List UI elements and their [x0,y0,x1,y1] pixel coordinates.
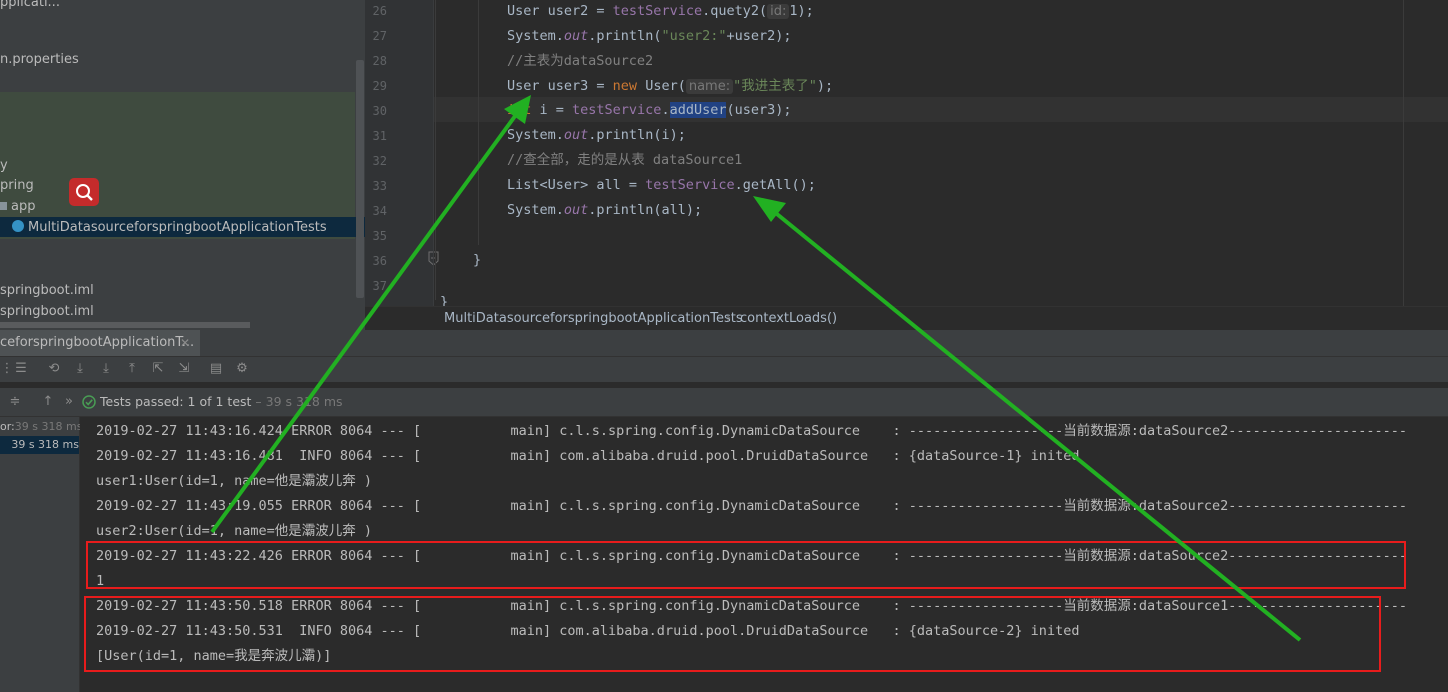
annotation-box-query [84,596,1381,672]
status-count: 1 of 1 test [187,394,252,409]
magnifier-icon [76,184,93,201]
run-tab-label: ceforspringbootApplicationT... [0,335,195,350]
more-icon[interactable]: ⋮ [0,362,14,376]
close-icon[interactable]: ✕ [180,330,190,356]
import-icon[interactable]: ⇲ [177,362,191,376]
line-number: 32 [372,154,387,168]
download-icon[interactable]: ⤓ [99,362,113,376]
test-tree-case[interactable]: 39 s 318 ms [0,436,79,454]
code-line-30[interactable]: int i = testService.addUser(user3); [507,98,792,123]
console-line: 2019-02-27 11:43:19.055 ERROR 8064 --- [… [96,498,1408,514]
test-results-tree: or:39 s 318 ms 39 s 318 ms [0,417,82,692]
console-line: 2019-02-27 11:43:16.481 INFO 8064 --- [ … [96,448,1080,464]
editor-gutter: 26 27 28 29 30 31 32 33 34 35 36 37 [365,0,439,306]
layout-icon[interactable]: ▤ [209,362,223,376]
run-tab[interactable]: ceforspringbootApplicationT... ✕ [0,330,200,356]
test-tree-root-label: or: [0,420,15,433]
line-number: 30 [372,104,387,118]
check-circle-icon [82,395,96,409]
horizontal-scrollbar[interactable] [0,322,250,328]
line-number: 34 [372,204,387,218]
fold-icon[interactable] [427,251,441,267]
run-toolbar: ⋮ ☰ ⟲ ⤓ ⤓ ⤒ ⇱ ⇲ ▤ ⚙ [0,357,1448,382]
selected-text[interactable]: addUser [669,102,727,118]
line-number: 33 [372,179,387,193]
settings-icon[interactable]: ⚙ [235,362,249,376]
tree-item-y[interactable]: y [0,155,8,176]
project-tree-panel: pplicati... n.properties y pring app Mul… [0,0,365,330]
menu-icon[interactable]: ☰ [14,362,28,376]
test-tree-case-time: 39 s 318 ms [11,438,79,451]
indent-guide [435,0,436,300]
gutter-separator [433,0,434,306]
line-number: 35 [372,229,387,243]
code-line-29[interactable]: User user3 = new User(name: "我进主表了"); [507,74,833,99]
line-number: 29 [372,79,387,93]
tree-item-properties[interactable]: n.properties [0,49,79,70]
tree-item-app[interactable]: app [0,196,35,217]
collapse-icon[interactable]: ≑ [8,395,22,409]
code-line-38[interactable]: } [440,290,448,306]
arrow-up-icon[interactable]: ↑ [41,395,55,409]
console-line: user1:User(id=1, name=他是灞波儿奔 ) [96,473,373,489]
search-button[interactable] [69,178,99,206]
test-status-text: Tests passed: 1 of 1 test – 39 s 318 ms [100,388,343,416]
line-number: 26 [372,4,387,18]
test-class-icon [12,220,24,232]
line-number: 37 [372,279,387,293]
tree-item-iml-2[interactable]: springboot.iml [0,301,94,322]
breadcrumb-class[interactable]: MultiDatasourceforspringbootApplicationT… [444,307,743,331]
tree-item-application[interactable]: pplicati... [0,0,60,13]
code-editor[interactable]: 26 27 28 29 30 31 32 33 34 35 36 37 User… [365,0,1448,306]
upload-icon[interactable]: ⤒ [125,362,139,376]
tree-item-iml-1[interactable]: springboot.iml [0,280,94,301]
code-line-28[interactable]: //主表为dataSource2 [507,49,653,74]
status-passed: Tests passed: [100,394,184,409]
code-line-31[interactable]: System.out.println(i); [507,123,686,148]
tree-item-app-label: app [11,199,36,214]
folder-icon [0,202,7,210]
code-line-36[interactable]: } [473,248,481,273]
param-hint: id: [767,4,790,19]
code-line-34[interactable]: System.out.println(all); [507,198,702,223]
breadcrumb-separator: › [726,311,732,326]
tree-item-test-class[interactable]: MultiDatasourceforspringbootApplicationT… [12,217,327,238]
download-icon[interactable]: ⤓ [73,362,87,376]
code-line-32[interactable]: //查全部，走的是从表 dataSource1 [507,148,742,173]
code-line-26[interactable]: User user2 = testService.quety2(id: 1); [507,0,814,24]
line-number: 31 [372,129,387,143]
breadcrumb: MultiDatasourceforspringbootApplicationT… [365,306,1448,331]
code-line-33[interactable]: List<User> all = testService.getAll(); [507,173,816,198]
double-chevron-icon[interactable]: » [62,395,76,409]
code-line-27[interactable]: System.out.println("user2:"+user2); [507,24,792,49]
breadcrumb-method[interactable]: contextLoads() [740,307,837,331]
vertical-scrollbar[interactable] [356,60,364,298]
tree-item-spring[interactable]: pring [0,175,34,196]
rerun-icon[interactable]: ⟲ [47,362,61,376]
param-hint: name: [685,79,734,94]
right-margin-line [1403,0,1404,306]
line-number: 28 [372,54,387,68]
test-tree-root[interactable]: or:39 s 318 ms [0,417,82,436]
status-time: – 39 s 318 ms [255,394,343,409]
test-status-bar: ≑ ↑ » Tests passed: 1 of 1 test – 39 s 3… [0,388,1448,417]
line-number: 27 [372,29,387,43]
annotation-box-insert [86,541,1406,589]
run-tabs-bar: ceforspringbootApplicationT... ✕ [0,330,1448,357]
test-tree-root-time: 39 s 318 ms [14,420,83,433]
tree-item-test-class-label: MultiDatasourceforspringbootApplicationT… [28,220,327,235]
line-number: 36 [372,254,387,268]
indent-guide [478,0,479,245]
export-icon[interactable]: ⇱ [151,362,165,376]
console-line: 2019-02-27 11:43:16.424 ERROR 8064 --- [… [96,423,1408,439]
